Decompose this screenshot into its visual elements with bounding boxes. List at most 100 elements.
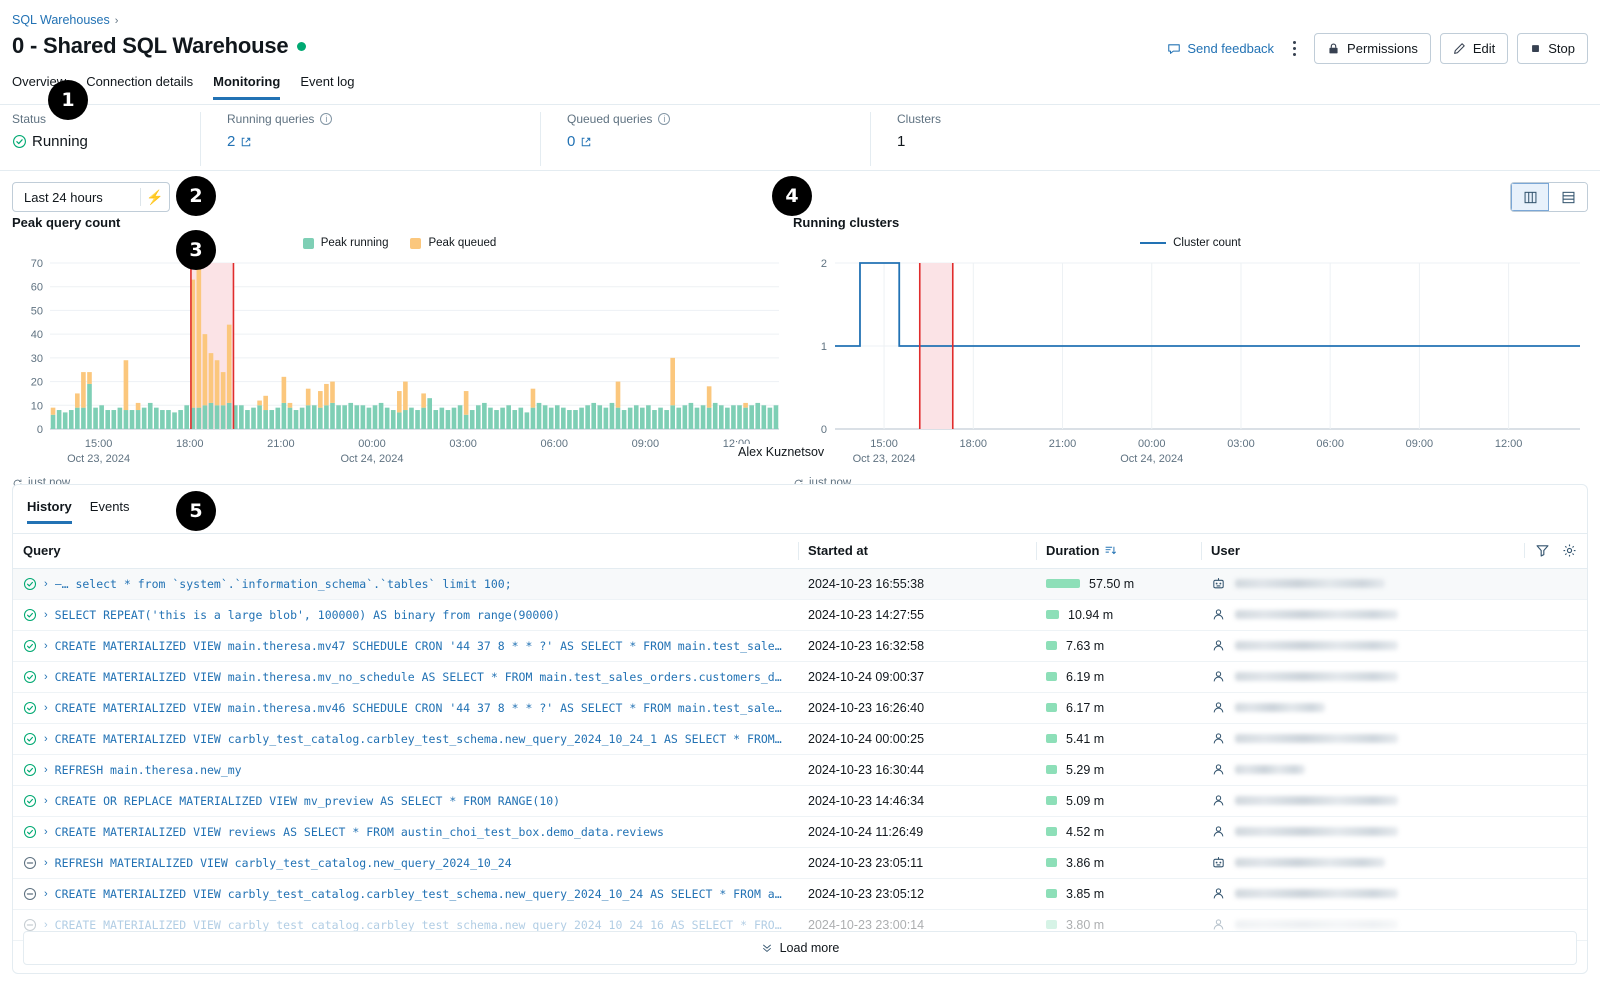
table-row[interactable]: › —… select * from `system`.`information_… [13, 568, 1587, 600]
expand-row-chevron-icon[interactable]: › [44, 919, 48, 931]
filter-icon[interactable] [1535, 543, 1550, 558]
cell-query[interactable]: › CREATE MATERIALIZED VIEW carbly_test_ca… [13, 878, 798, 910]
duration-value: 5.41 m [1066, 731, 1105, 746]
user-name-redacted [1235, 765, 1305, 774]
person-icon [1213, 795, 1224, 806]
tab-connection-details[interactable]: Connection details [86, 74, 193, 100]
table-row[interactable]: › REFRESH MATERIALIZED VIEW carbly_test_c… [13, 847, 1587, 879]
table-row[interactable]: › REFRESH main.theresa.new_my 2024-10-23 1… [13, 754, 1587, 786]
info-icon[interactable]: i [658, 113, 671, 125]
expand-row-chevron-icon[interactable]: › [44, 888, 48, 900]
expand-row-chevron-icon[interactable]: › [44, 609, 48, 621]
summary-running-queries-value: 2 [227, 133, 236, 150]
send-feedback-button[interactable]: Send feedback [1167, 41, 1274, 56]
peak-query-count-plot[interactable]: 0 10 20 30 40 50 60 70 15:00 Oct 23, 2024 18:00 21:… [12, 257, 787, 472]
legend-item-cluster-count[interactable]: Cluster count [1140, 237, 1241, 249]
expand-row-chevron-icon[interactable]: › [44, 733, 48, 745]
column-header-duration[interactable]: Duration [1036, 534, 1201, 569]
expand-row-chevron-icon[interactable]: › [44, 640, 48, 652]
lightning-icon[interactable]: ⚡ [141, 189, 169, 206]
more-options-button[interactable] [1283, 37, 1305, 61]
svg-text:00:00: 00:00 [358, 438, 386, 450]
gear-icon[interactable] [1562, 543, 1577, 558]
svg-text:Oct 23, 2024: Oct 23, 2024 [67, 453, 130, 465]
column-header-started-at[interactable]: Started at [798, 534, 1036, 569]
cell-query[interactable]: › REFRESH main.theresa.new_my [13, 754, 798, 786]
table-row[interactable]: › CREATE MATERIALIZED VIEW reviews AS SEL… [13, 816, 1587, 848]
expand-row-chevron-icon[interactable]: › [44, 702, 48, 714]
chart-view-icon[interactable] [1511, 183, 1549, 211]
svg-text:09:00: 09:00 [632, 438, 660, 450]
running-clusters-svg: 0 1 2 15:00 Oct 23, 2024 18:00 21:00 00:00 Oct 2… [821, 258, 1580, 465]
table-row[interactable]: › SELECT REPEAT('this is a large blob', 1… [13, 599, 1587, 631]
tab-events[interactable]: Events [90, 499, 130, 524]
svg-text:60: 60 [31, 282, 43, 294]
table-row[interactable]: › CREATE MATERIALIZED VIEW main.theresa.m… [13, 630, 1587, 662]
table-row[interactable]: › CREATE OR REPLACE MATERIALIZED VIEW mv_… [13, 785, 1587, 817]
svg-text:09:00: 09:00 [1406, 438, 1434, 450]
column-header-duration-label: Duration [1046, 543, 1100, 559]
svg-text:06:00: 06:00 [540, 438, 568, 450]
duration-value: 6.17 m [1066, 700, 1105, 715]
cell-query[interactable]: › CREATE MATERIALIZED VIEW main.theresa.m… [13, 692, 798, 724]
summary-running-queries-value-wrap[interactable]: 2 [227, 133, 540, 150]
breadcrumb-link-sql-warehouses[interactable]: SQL Warehouses [12, 13, 110, 27]
edit-button[interactable]: Edit [1439, 33, 1509, 64]
time-range-picker[interactable]: Last 24 hours ⚡ [12, 182, 170, 212]
column-header-user[interactable]: User [1201, 534, 1587, 569]
status-canceled-icon [23, 856, 37, 869]
callout-badge-5: 5 [176, 491, 216, 531]
svg-text:21:00: 21:00 [267, 438, 295, 450]
cell-query[interactable]: › REFRESH MATERIALIZED VIEW carbly_test_c… [13, 847, 798, 879]
cell-started-at: 2024-10-23 16:30:44 [798, 754, 1036, 786]
query-history-table: Query Started at Duration User › —… sele… [13, 534, 1587, 941]
legend-item-peak-queued[interactable]: Peak queued [410, 237, 496, 249]
query-history-card: History Events Query Started at Duration [12, 484, 1588, 974]
time-range-value: Last 24 hours [24, 189, 103, 205]
status-success-icon [23, 577, 37, 590]
cell-query[interactable]: › CREATE OR REPLACE MATERIALIZED VIEW mv_… [13, 785, 798, 817]
cell-query[interactable]: › —… select * from `system`.`information_… [13, 568, 798, 600]
table-row[interactable]: › CREATE MATERIALIZED VIEW carbly_test_ca… [13, 878, 1587, 910]
summary-queued-queries-value-wrap[interactable]: 0 [567, 133, 870, 150]
svg-text:Oct 23, 2024: Oct 23, 2024 [853, 453, 916, 465]
expand-row-chevron-icon[interactable]: › [44, 671, 48, 683]
stop-button[interactable]: Stop [1517, 33, 1588, 64]
cell-user [1201, 754, 1587, 786]
cell-query[interactable]: › CREATE MATERIALIZED VIEW main.theresa.m… [13, 661, 798, 693]
tab-history[interactable]: History [27, 499, 72, 524]
table-row[interactable]: › CREATE MATERIALIZED VIEW main.theresa.m… [13, 692, 1587, 724]
table-header-row: Query Started at Duration User [13, 534, 1587, 569]
tab-monitoring[interactable]: Monitoring [213, 74, 281, 100]
table-row[interactable]: › CREATE MATERIALIZED VIEW carbly_test_ca… [13, 723, 1587, 755]
callout-badge-3: 3 [176, 230, 216, 270]
cell-started-at: 2024-10-23 16:55:38 [798, 568, 1036, 600]
legend-item-peak-running[interactable]: Peak running [302, 237, 388, 249]
callout-badge-1: 1 [48, 80, 88, 120]
cell-started-at: 2024-10-24 09:00:37 [798, 661, 1036, 693]
status-success-icon [23, 794, 37, 807]
cell-duration: 5.41 m [1036, 723, 1201, 755]
expand-row-chevron-icon[interactable]: › [44, 578, 48, 590]
expand-row-chevron-icon[interactable]: › [44, 826, 48, 838]
cell-query[interactable]: › CREATE MATERIALIZED VIEW reviews AS SEL… [13, 816, 798, 848]
stop-label: Stop [1548, 41, 1575, 56]
permissions-button[interactable]: Permissions [1314, 33, 1431, 64]
expand-row-chevron-icon[interactable]: › [44, 857, 48, 869]
check-circle-icon [13, 135, 26, 148]
tab-event-log[interactable]: Event log [300, 74, 354, 100]
expand-row-chevron-icon[interactable]: › [44, 795, 48, 807]
status-success-icon [23, 825, 37, 838]
info-icon[interactable]: i [320, 113, 333, 125]
running-clusters-plot[interactable]: 0 1 2 15:00 Oct 23, 2024 18:00 21:00 00:00 Oct 2… [793, 257, 1588, 472]
cell-query[interactable]: › SELECT REPEAT('this is a large blob', 1… [13, 599, 798, 631]
cell-query[interactable]: › CREATE MATERIALIZED VIEW main.theresa.m… [13, 630, 798, 662]
table-view-icon[interactable] [1549, 183, 1587, 211]
column-header-query[interactable]: Query [13, 534, 798, 569]
load-more-button[interactable]: Load more [23, 931, 1577, 965]
cell-query[interactable]: › CREATE MATERIALIZED VIEW carbly_test_ca… [13, 723, 798, 755]
expand-row-chevron-icon[interactable]: › [44, 764, 48, 776]
duration-value: 57.50 m [1089, 576, 1135, 591]
table-row[interactable]: › CREATE MATERIALIZED VIEW main.theresa.m… [13, 661, 1587, 693]
cell-user [1201, 599, 1587, 631]
